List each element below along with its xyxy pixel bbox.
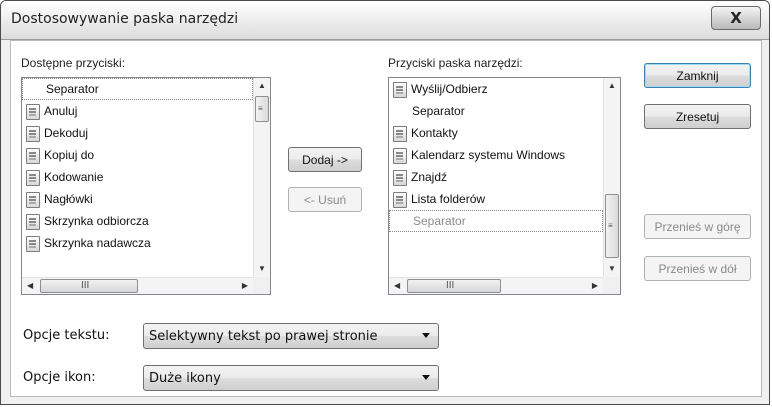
calendar-icon (391, 147, 408, 164)
list-item[interactable]: Kodowanie (22, 166, 253, 188)
grip-icon: ≡ (258, 104, 263, 113)
list-item-label: Znajdź (411, 170, 448, 184)
list-item[interactable]: Kalendarz systemu Windows (389, 144, 603, 166)
copy-to-icon (24, 147, 41, 164)
reset-button[interactable]: Zresetuj (644, 104, 751, 129)
send-receive-icon (391, 81, 408, 98)
vertical-scrollbar[interactable]: ▲ ≡ ▼ (253, 78, 270, 277)
inbox-icon (24, 213, 41, 230)
text-options-select[interactable]: Selektywny tekst po prawej stronie (143, 323, 439, 349)
chevron-down-icon (422, 333, 430, 338)
scroll-down-arrow-icon[interactable]: ▼ (608, 265, 616, 273)
list-item-label: Separator (412, 104, 465, 118)
list-item-label: Wyślij/Odbierz (411, 82, 488, 96)
horizontal-scrollbar[interactable]: ◀ III ▶ (22, 277, 253, 294)
list-item-label: Kalendarz systemu Windows (411, 148, 566, 162)
scrollbar-thumb[interactable]: III (407, 279, 501, 293)
list-item[interactable]: Nagłówki (22, 188, 253, 210)
scrollbar-corner (253, 277, 270, 294)
list-item-label: Lista folderów (411, 192, 486, 206)
list-item-label: Separator (413, 214, 466, 228)
dialog-body: Dostępne przyciski: Separator Anuluj Dek… (10, 40, 762, 397)
scrollbar-corner (603, 277, 620, 294)
grip-icon: III (81, 280, 90, 291)
scrollbar-thumb[interactable]: III (40, 279, 138, 293)
remove-button[interactable]: <- Usuń (288, 187, 362, 212)
list-item[interactable]: Znajdź (389, 166, 603, 188)
scrollbar-thumb[interactable]: ≡ (605, 194, 619, 258)
scroll-left-arrow-icon[interactable]: ◀ (394, 282, 400, 290)
list-item-label: Kontakty (411, 126, 458, 140)
icon-options-value: Duże ikony (149, 370, 221, 386)
list-item[interactable]: Anuluj (22, 100, 253, 122)
list-item-label: Skrzynka nadawcza (44, 236, 151, 250)
list-item-label: Separator (46, 82, 99, 96)
add-button[interactable]: Dodaj -> (288, 147, 362, 172)
horizontal-scrollbar[interactable]: ◀ III ▶ (389, 277, 603, 294)
outbox-icon (24, 235, 41, 252)
scroll-up-arrow-icon[interactable]: ▲ (258, 82, 266, 90)
available-buttons-label: Dostępne przyciski: (21, 56, 126, 70)
list-item-label: Kopiuj do (44, 148, 95, 162)
close-icon: X (730, 8, 742, 27)
close-window-button[interactable]: X (711, 6, 761, 30)
list-item[interactable]: Separator (22, 78, 253, 100)
icon-options-label: Opcje ikon: (23, 370, 96, 385)
list-item-label: Kodowanie (44, 170, 104, 184)
decode-icon (24, 125, 41, 142)
list-item-label: Nagłówki (44, 192, 93, 206)
scroll-up-arrow-icon[interactable]: ▲ (608, 82, 616, 90)
list-item-label: Dekoduj (44, 126, 89, 140)
grip-icon: ≡ (608, 221, 613, 230)
scroll-down-arrow-icon[interactable]: ▼ (258, 265, 266, 273)
icon-options-select[interactable]: Duże ikony (143, 365, 439, 391)
window-title: Dostosowywanie paska narzędzi (11, 11, 239, 27)
scroll-right-arrow-icon[interactable]: ▶ (242, 282, 248, 290)
list-item-label: Skrzynka odbiorcza (44, 214, 149, 228)
move-up-button[interactable]: Przenieś w górę (644, 214, 751, 239)
list-item[interactable]: Wyślij/Odbierz (389, 78, 603, 100)
toolbar-buttons-label: Przyciski paska narzędzi: (388, 56, 523, 70)
chevron-down-icon (422, 375, 430, 380)
folder-list-icon (391, 191, 408, 208)
toolbar-buttons-list[interactable]: Wyślij/Odbierz Separator Kontakty Kalend… (388, 77, 621, 295)
available-buttons-list[interactable]: Separator Anuluj Dekoduj Kopiuj do Kodow… (21, 77, 271, 295)
list-item-label: Anuluj (44, 104, 78, 118)
list-item[interactable]: Skrzynka nadawcza (22, 232, 253, 254)
scroll-right-arrow-icon[interactable]: ▶ (592, 282, 598, 290)
scrollbar-thumb[interactable]: ≡ (255, 96, 269, 122)
find-icon (391, 169, 408, 186)
text-options-value: Selektywny tekst po prawej stronie (149, 328, 378, 344)
list-item[interactable]: Kontakty (389, 122, 603, 144)
toolbar-buttons-rows: Wyślij/Odbierz Separator Kontakty Kalend… (389, 78, 603, 277)
contacts-icon (391, 125, 408, 142)
vertical-scrollbar[interactable]: ▲ ≡ ▼ (603, 78, 620, 277)
list-item[interactable]: Dekoduj (22, 122, 253, 144)
move-down-button[interactable]: Przenieś w dół (644, 256, 751, 281)
list-item[interactable]: Kopiuj do (22, 144, 253, 166)
available-buttons-rows: Separator Anuluj Dekoduj Kopiuj do Kodow… (22, 78, 253, 277)
grip-icon: III (446, 280, 455, 291)
scroll-left-arrow-icon[interactable]: ◀ (27, 282, 33, 290)
close-button[interactable]: Zamknij (644, 63, 751, 88)
headers-icon (24, 191, 41, 208)
list-item[interactable]: Skrzynka odbiorcza (22, 210, 253, 232)
list-item[interactable]: Separator (389, 100, 603, 122)
customize-toolbar-dialog: Dostosowywanie paska narzędzi X Dostępne… (0, 0, 770, 405)
list-item[interactable]: Lista folderów (389, 188, 603, 210)
text-options-label: Opcje tekstu: (23, 328, 110, 343)
cancel-icon (24, 103, 41, 120)
title-bar: Dostosowywanie paska narzędzi X (1, 1, 769, 40)
list-item[interactable]: Separator (389, 210, 603, 232)
encoding-icon (24, 169, 41, 186)
